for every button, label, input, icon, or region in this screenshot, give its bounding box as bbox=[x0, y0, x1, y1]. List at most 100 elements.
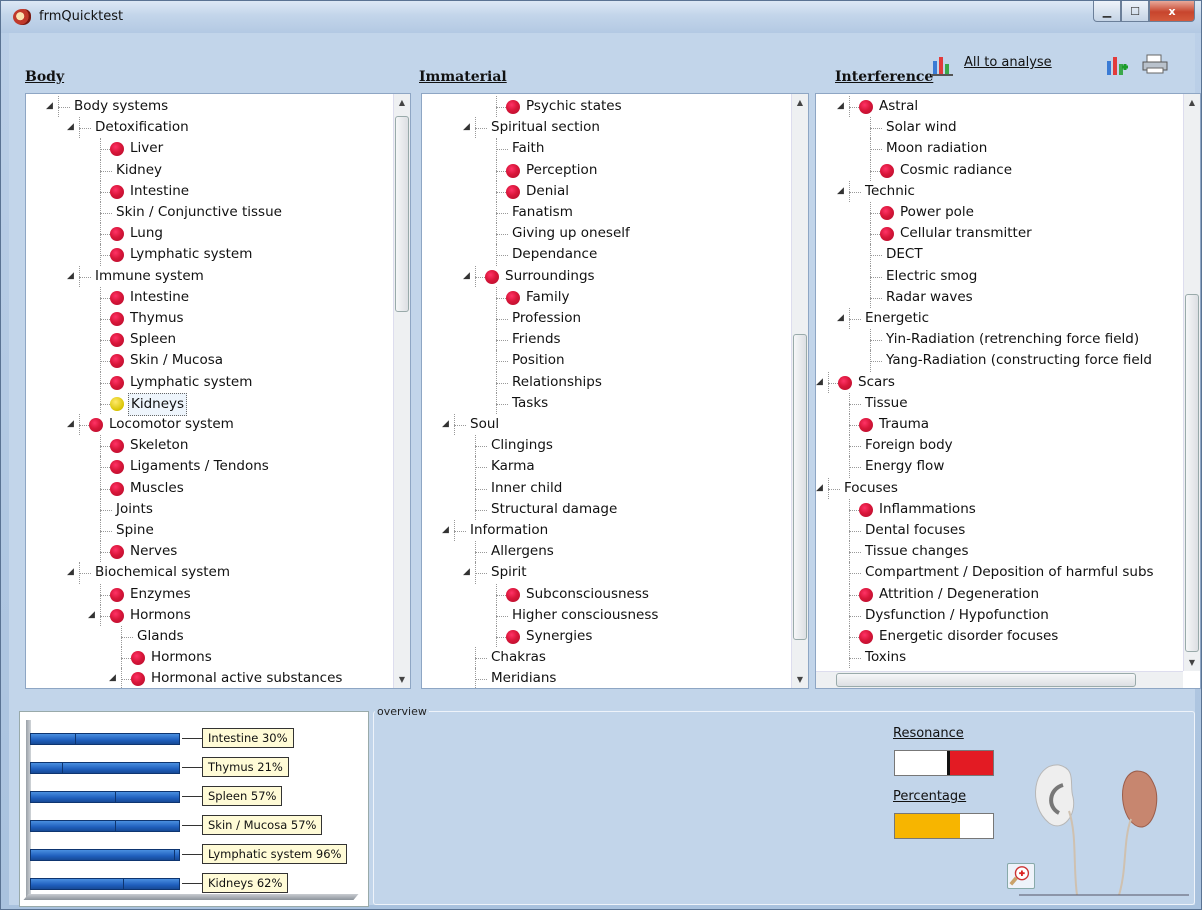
red-marker-icon bbox=[506, 587, 520, 602]
interference-tree[interactable]: ◢ Astral Solar wind Moon radiation Cosmic ra… bbox=[815, 93, 1201, 689]
expand-triangle-icon[interactable]: ◢ bbox=[463, 562, 470, 583]
scroll-down-arrow-icon[interactable]: ▼ bbox=[394, 671, 410, 688]
expand-triangle-icon[interactable]: ◢ bbox=[837, 96, 844, 117]
kidney-illustration bbox=[1019, 764, 1189, 896]
resonance-fill bbox=[946, 751, 993, 775]
tree-node-label: Body systems bbox=[74, 98, 169, 114]
tree-node-label: Solar wind bbox=[886, 119, 957, 136]
expand-triangle-icon[interactable]: ◢ bbox=[463, 117, 470, 138]
interference-column-title: Interference bbox=[835, 69, 934, 85]
scroll-up-arrow-icon[interactable]: ▲ bbox=[792, 94, 808, 111]
app-icon bbox=[13, 9, 31, 25]
scroll-down-arrow-icon[interactable]: ▼ bbox=[1184, 654, 1200, 671]
expand-triangle-icon[interactable]: ◢ bbox=[442, 520, 449, 541]
tree-node-label: Locomotor system bbox=[109, 416, 234, 432]
expand-triangle-icon[interactable]: ◢ bbox=[67, 117, 74, 138]
bar-connector bbox=[182, 854, 204, 855]
expand-triangle-icon[interactable]: ◢ bbox=[463, 266, 470, 287]
tree-node-label: Denial bbox=[526, 182, 570, 199]
zoom-in-icon bbox=[1009, 866, 1030, 886]
scroll-down-arrow-icon[interactable]: ▼ bbox=[792, 671, 808, 688]
expand-triangle-icon[interactable]: ◢ bbox=[837, 181, 844, 202]
body-tree[interactable]: ◢ Body systems ◢ Detoxification Liver Kidney I… bbox=[25, 93, 411, 689]
close-button[interactable]: x bbox=[1149, 1, 1195, 22]
expand-triangle-icon[interactable]: ◢ bbox=[67, 266, 74, 287]
scroll-thumb[interactable] bbox=[395, 116, 409, 312]
zoom-button[interactable] bbox=[1007, 863, 1035, 889]
expand-triangle-icon[interactable]: ◢ bbox=[109, 668, 116, 688]
tree-node-label: Attrition / Degeneration bbox=[879, 585, 1039, 602]
maximize-button[interactable]: ☐ bbox=[1121, 1, 1149, 22]
red-marker-icon bbox=[506, 290, 520, 305]
expand-triangle-icon[interactable]: ◢ bbox=[837, 308, 844, 329]
tree-node-label: Allergens bbox=[491, 543, 554, 560]
tree-node-label: Psychic states bbox=[526, 98, 622, 114]
tree-node-label: Energetic disorder focuses bbox=[879, 628, 1059, 644]
tree-node-label: Spine bbox=[116, 522, 154, 538]
bar-value-marker bbox=[174, 849, 175, 861]
hscroll-thumb[interactable] bbox=[836, 673, 1136, 687]
expand-triangle-icon[interactable]: ◢ bbox=[816, 478, 823, 499]
expand-triangle-icon[interactable]: ◢ bbox=[67, 414, 74, 435]
tree-node-label: Tasks bbox=[512, 394, 549, 411]
bar-data-label: Spleen 57% bbox=[202, 786, 283, 806]
red-marker-icon bbox=[485, 269, 499, 284]
red-marker-icon bbox=[859, 630, 873, 644]
tree-node-label: Structural damage bbox=[491, 500, 618, 517]
all-to-analyse-link[interactable]: All to analyse bbox=[964, 55, 1052, 70]
resonance-label: Resonance bbox=[893, 726, 964, 741]
bar bbox=[30, 878, 180, 890]
maximize-icon: ☐ bbox=[1130, 4, 1140, 18]
bar-connector bbox=[182, 796, 204, 797]
tree-node-label: Toxins bbox=[865, 649, 907, 666]
red-marker-icon bbox=[880, 163, 894, 178]
red-marker-icon bbox=[110, 333, 124, 348]
scroll-up-arrow-icon[interactable]: ▲ bbox=[1184, 94, 1200, 111]
bar-connector bbox=[182, 825, 204, 826]
red-marker-icon bbox=[131, 672, 145, 687]
title-bar[interactable]: frmQuicktest ▁ ☐ x bbox=[1, 1, 1201, 33]
tree-node-label: Intestine bbox=[130, 288, 190, 305]
immaterial-tree[interactable]: Psychic states ◢ Spiritual section Faith Per… bbox=[421, 93, 809, 689]
red-marker-icon bbox=[110, 290, 124, 305]
expand-triangle-icon[interactable]: ◢ bbox=[816, 372, 823, 393]
tree-node-label: Dependance bbox=[512, 246, 598, 263]
red-marker-icon bbox=[110, 248, 124, 263]
tree-node-label: Surroundings bbox=[505, 267, 595, 284]
red-marker-icon bbox=[880, 227, 894, 242]
tree-node-label: Information bbox=[470, 522, 549, 538]
tree-node-label: Dysfunction / Hypofunction bbox=[865, 606, 1049, 623]
immaterial-tree-vscroll[interactable]: ▲ ▼ bbox=[791, 94, 808, 688]
red-marker-icon bbox=[880, 206, 894, 220]
scroll-thumb[interactable] bbox=[793, 334, 807, 640]
bar-value-marker bbox=[62, 762, 63, 774]
red-marker-icon bbox=[110, 142, 124, 157]
tree-node-label: Focuses bbox=[844, 479, 898, 496]
scroll-thumb[interactable] bbox=[1185, 294, 1199, 652]
expand-triangle-icon[interactable]: ◢ bbox=[67, 562, 74, 583]
yellow-marker-icon bbox=[110, 396, 124, 411]
add-chart-icon[interactable] bbox=[1105, 55, 1129, 77]
tree-node-label: Electric smog bbox=[886, 267, 978, 284]
interference-tree-hscroll[interactable] bbox=[816, 671, 1183, 688]
bar bbox=[30, 791, 180, 803]
analyse-icon[interactable] bbox=[931, 55, 955, 77]
red-marker-icon bbox=[110, 481, 124, 496]
bar-value-marker bbox=[115, 791, 116, 803]
red-marker-icon bbox=[110, 545, 124, 560]
tree-node-label: Astral bbox=[879, 98, 919, 114]
printer-icon[interactable] bbox=[1141, 53, 1169, 75]
body-column-title: Body bbox=[25, 69, 65, 85]
red-marker-icon bbox=[506, 163, 520, 178]
expand-triangle-icon[interactable]: ◢ bbox=[442, 414, 449, 435]
expand-triangle-icon[interactable]: ◢ bbox=[46, 96, 53, 117]
client-area: Body Immaterial Interference All to anal… bbox=[9, 33, 1201, 907]
tree-node-label: Inner child bbox=[491, 479, 563, 496]
interference-tree-vscroll[interactable]: ▲ ▼ bbox=[1183, 94, 1200, 671]
minimize-button[interactable]: ▁ bbox=[1093, 1, 1121, 22]
scroll-up-arrow-icon[interactable]: ▲ bbox=[394, 94, 410, 111]
expand-triangle-icon[interactable]: ◢ bbox=[88, 605, 95, 626]
close-icon: x bbox=[1168, 4, 1176, 18]
body-tree-vscroll[interactable]: ▲ ▼ bbox=[393, 94, 410, 688]
tree-node-label: Lymphatic system bbox=[130, 373, 253, 390]
